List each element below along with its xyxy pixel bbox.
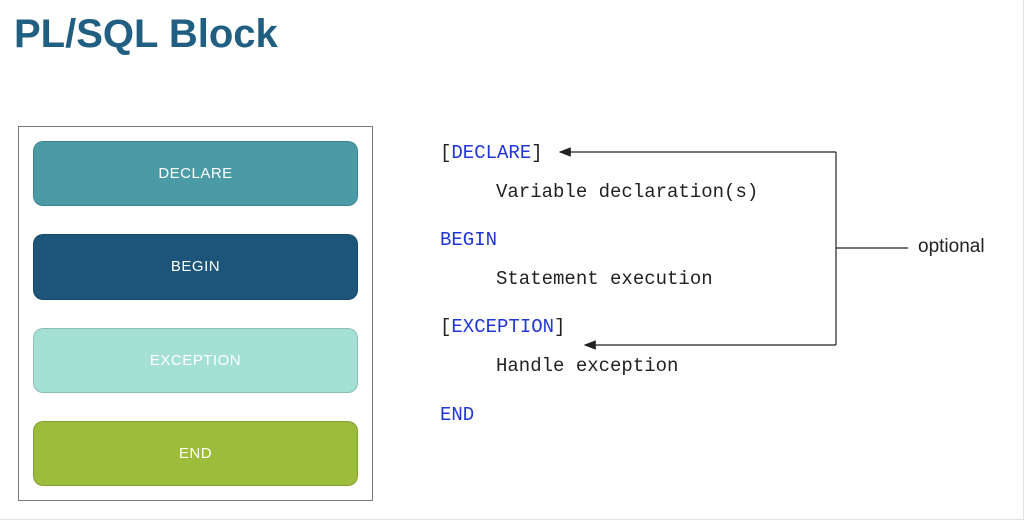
- block-end: END: [33, 421, 358, 486]
- keyword-end: END: [440, 404, 474, 426]
- code-line-end: END: [440, 402, 860, 429]
- code-declare-section: [DECLARE] Variable declaration(s): [440, 140, 860, 205]
- code-exception-section: [EXCEPTION] Handle exception: [440, 314, 860, 379]
- plsql-block-container: DECLARE BEGIN EXCEPTION END: [18, 126, 373, 501]
- bracket-close: ]: [531, 142, 542, 164]
- keyword-begin: BEGIN: [440, 229, 497, 251]
- block-exception: EXCEPTION: [33, 328, 358, 393]
- keyword-declare: DECLARE: [451, 142, 531, 164]
- annotation-optional: optional: [918, 236, 985, 258]
- keyword-exception: EXCEPTION: [451, 316, 554, 338]
- slide-title: PL/SQL Block: [0, 0, 1023, 57]
- code-begin-section: BEGIN Statement execution: [440, 227, 860, 292]
- block-end-label: END: [179, 445, 212, 462]
- block-begin-label: BEGIN: [171, 258, 220, 275]
- block-exception-label: EXCEPTION: [150, 352, 241, 369]
- plsql-code-column: [DECLARE] Variable declaration(s) BEGIN …: [440, 140, 860, 440]
- bracket-open: [: [440, 142, 451, 164]
- code-end-section: END: [440, 402, 860, 429]
- code-line-variable-decl: Variable declaration(s): [440, 179, 860, 206]
- bracket-close-2: ]: [554, 316, 565, 338]
- code-line-statement-exec: Statement execution: [440, 266, 860, 293]
- code-line-declare: [DECLARE]: [440, 140, 860, 167]
- code-line-exception: [EXCEPTION]: [440, 314, 860, 341]
- code-line-handle-exception: Handle exception: [440, 353, 860, 380]
- bracket-open-2: [: [440, 316, 451, 338]
- block-begin: BEGIN: [33, 234, 358, 299]
- code-line-begin: BEGIN: [440, 227, 860, 254]
- block-declare-label: DECLARE: [158, 165, 232, 182]
- slide-plsql-block: PL/SQL Block DECLARE BEGIN EXCEPTION END…: [0, 0, 1024, 520]
- block-declare: DECLARE: [33, 141, 358, 206]
